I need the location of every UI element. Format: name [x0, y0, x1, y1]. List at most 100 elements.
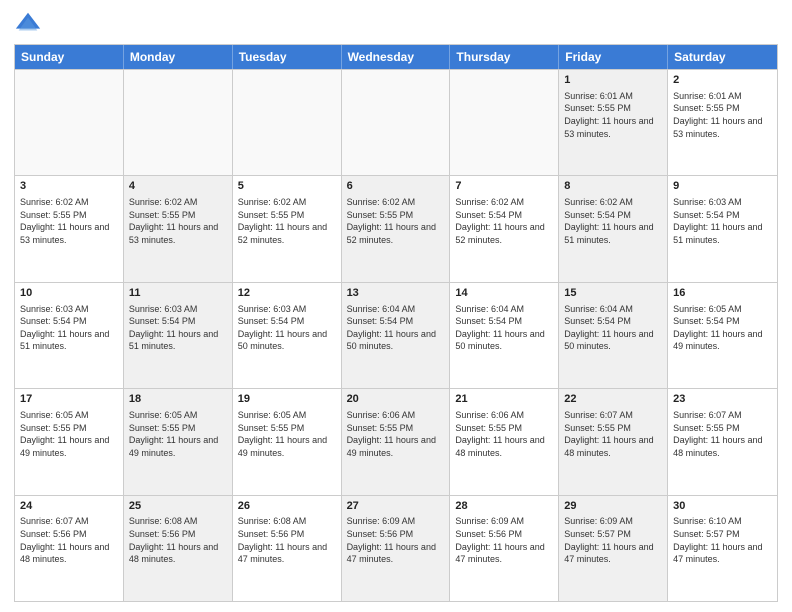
day-info: Sunrise: 6:06 AM Sunset: 5:55 PM Dayligh…	[455, 409, 553, 459]
cal-cell-17: 17Sunrise: 6:05 AM Sunset: 5:55 PM Dayli…	[15, 389, 124, 494]
day-header-saturday: Saturday	[668, 45, 777, 69]
cal-cell-6: 6 Sunrise: 6:02 AM Sunset: 5:55 PM Daylig…	[342, 176, 451, 281]
day-info: Sunrise: 6:01 AM Sunset: 5:55 PM Dayligh…	[673, 90, 772, 140]
day-number: 23	[673, 392, 772, 407]
day-info: Sunrise: 6:05 AM Sunset: 5:54 PM Dayligh…	[673, 303, 772, 353]
day-info: Sunrise: 6:02 AM Sunset: 5:54 PM Dayligh…	[455, 196, 553, 246]
logo-icon	[14, 10, 42, 38]
day-number: 22	[564, 392, 662, 407]
cal-cell-28: 28Sunrise: 6:09 AM Sunset: 5:56 PM Dayli…	[450, 496, 559, 601]
day-number: 6	[347, 179, 445, 194]
day-number: 8	[564, 179, 662, 194]
cal-cell-empty-2	[233, 70, 342, 175]
day-number: 4	[129, 179, 227, 194]
header	[14, 10, 778, 38]
cal-cell-15: 15 Sunrise: 6:04 AM Sunset: 5:54 PM Dayli…	[559, 283, 668, 388]
day-info: Sunrise: 6:08 AM Sunset: 5:56 PM Dayligh…	[129, 515, 227, 565]
day-info: Sunrise: 6:04 AM Sunset: 5:54 PM Dayligh…	[564, 303, 662, 353]
calendar-body: 1 Sunrise: 6:01 AM Sunset: 5:55 PM Daylig…	[15, 69, 777, 601]
cal-cell-21: 21Sunrise: 6:06 AM Sunset: 5:55 PM Dayli…	[450, 389, 559, 494]
cal-cell-25: 25Sunrise: 6:08 AM Sunset: 5:56 PM Dayli…	[124, 496, 233, 601]
day-number: 28	[455, 499, 553, 514]
cal-cell-18: 18 Sunrise: 6:05 AM Sunset: 5:55 PM Dayli…	[124, 389, 233, 494]
day-info: Sunrise: 6:06 AM Sunset: 5:55 PM Dayligh…	[347, 409, 445, 459]
day-number: 3	[20, 179, 118, 194]
page: SundayMondayTuesdayWednesdayThursdayFrid…	[0, 0, 792, 612]
day-number: 1	[564, 73, 662, 88]
cal-cell-5: 5 Sunrise: 6:02 AM Sunset: 5:55 PM Daylig…	[233, 176, 342, 281]
cal-cell-2: 2 Sunrise: 6:01 AM Sunset: 5:55 PM Daylig…	[668, 70, 777, 175]
cal-cell-9: 9 Sunrise: 6:03 AM Sunset: 5:54 PM Daylig…	[668, 176, 777, 281]
day-header-tuesday: Tuesday	[233, 45, 342, 69]
day-info: Sunrise: 6:04 AM Sunset: 5:54 PM Dayligh…	[347, 303, 445, 353]
cal-cell-11: 11 Sunrise: 6:03 AM Sunset: 5:54 PM Dayli…	[124, 283, 233, 388]
day-number: 16	[673, 286, 772, 301]
cal-cell-23: 23 Sunrise: 6:07 AM Sunset: 5:55 PM Dayli…	[668, 389, 777, 494]
calendar: SundayMondayTuesdayWednesdayThursdayFrid…	[14, 44, 778, 602]
day-number: 13	[347, 286, 445, 301]
day-header-wednesday: Wednesday	[342, 45, 451, 69]
day-number: 25	[129, 499, 227, 514]
cal-cell-10: 10Sunrise: 6:03 AM Sunset: 5:54 PM Dayli…	[15, 283, 124, 388]
day-info: Sunrise: 6:09 AM Sunset: 5:57 PM Dayligh…	[564, 515, 662, 565]
day-number: 20	[347, 392, 445, 407]
day-header-friday: Friday	[559, 45, 668, 69]
day-info: Sunrise: 6:05 AM Sunset: 5:55 PM Dayligh…	[129, 409, 227, 459]
cal-cell-empty-1	[124, 70, 233, 175]
day-info: Sunrise: 6:01 AM Sunset: 5:55 PM Dayligh…	[564, 90, 662, 140]
day-number: 15	[564, 286, 662, 301]
day-info: Sunrise: 6:03 AM Sunset: 5:54 PM Dayligh…	[238, 303, 336, 353]
day-info: Sunrise: 6:03 AM Sunset: 5:54 PM Dayligh…	[20, 303, 118, 353]
cal-cell-empty-3	[342, 70, 451, 175]
week-row-5: 24Sunrise: 6:07 AM Sunset: 5:56 PM Dayli…	[15, 495, 777, 601]
logo	[14, 10, 46, 38]
cal-cell-16: 16 Sunrise: 6:05 AM Sunset: 5:54 PM Dayli…	[668, 283, 777, 388]
day-number: 9	[673, 179, 772, 194]
day-header-sunday: Sunday	[15, 45, 124, 69]
day-number: 30	[673, 499, 772, 514]
week-row-1: 1 Sunrise: 6:01 AM Sunset: 5:55 PM Daylig…	[15, 69, 777, 175]
day-number: 2	[673, 73, 772, 88]
cal-cell-29: 29Sunrise: 6:09 AM Sunset: 5:57 PM Dayli…	[559, 496, 668, 601]
cal-cell-8: 8 Sunrise: 6:02 AM Sunset: 5:54 PM Daylig…	[559, 176, 668, 281]
day-info: Sunrise: 6:04 AM Sunset: 5:54 PM Dayligh…	[455, 303, 553, 353]
cal-cell-27: 27Sunrise: 6:09 AM Sunset: 5:56 PM Dayli…	[342, 496, 451, 601]
day-number: 27	[347, 499, 445, 514]
day-info: Sunrise: 6:05 AM Sunset: 5:55 PM Dayligh…	[238, 409, 336, 459]
day-info: Sunrise: 6:02 AM Sunset: 5:54 PM Dayligh…	[564, 196, 662, 246]
cal-cell-30: 30Sunrise: 6:10 AM Sunset: 5:57 PM Dayli…	[668, 496, 777, 601]
week-row-4: 17Sunrise: 6:05 AM Sunset: 5:55 PM Dayli…	[15, 388, 777, 494]
day-number: 19	[238, 392, 336, 407]
day-number: 18	[129, 392, 227, 407]
cal-cell-14: 14 Sunrise: 6:04 AM Sunset: 5:54 PM Dayli…	[450, 283, 559, 388]
cal-cell-26: 26Sunrise: 6:08 AM Sunset: 5:56 PM Dayli…	[233, 496, 342, 601]
cal-cell-22: 22 Sunrise: 6:07 AM Sunset: 5:55 PM Dayli…	[559, 389, 668, 494]
day-info: Sunrise: 6:02 AM Sunset: 5:55 PM Dayligh…	[20, 196, 118, 246]
day-info: Sunrise: 6:09 AM Sunset: 5:56 PM Dayligh…	[347, 515, 445, 565]
day-info: Sunrise: 6:07 AM Sunset: 5:55 PM Dayligh…	[564, 409, 662, 459]
cal-cell-3: 3 Sunrise: 6:02 AM Sunset: 5:55 PM Daylig…	[15, 176, 124, 281]
week-row-3: 10Sunrise: 6:03 AM Sunset: 5:54 PM Dayli…	[15, 282, 777, 388]
day-number: 5	[238, 179, 336, 194]
calendar-header: SundayMondayTuesdayWednesdayThursdayFrid…	[15, 45, 777, 69]
day-number: 24	[20, 499, 118, 514]
cal-cell-empty-0	[15, 70, 124, 175]
cal-cell-4: 4 Sunrise: 6:02 AM Sunset: 5:55 PM Daylig…	[124, 176, 233, 281]
day-header-thursday: Thursday	[450, 45, 559, 69]
cal-cell-empty-4	[450, 70, 559, 175]
day-info: Sunrise: 6:02 AM Sunset: 5:55 PM Dayligh…	[238, 196, 336, 246]
day-info: Sunrise: 6:08 AM Sunset: 5:56 PM Dayligh…	[238, 515, 336, 565]
day-info: Sunrise: 6:09 AM Sunset: 5:56 PM Dayligh…	[455, 515, 553, 565]
day-number: 7	[455, 179, 553, 194]
cal-cell-1: 1 Sunrise: 6:01 AM Sunset: 5:55 PM Daylig…	[559, 70, 668, 175]
cal-cell-12: 12Sunrise: 6:03 AM Sunset: 5:54 PM Dayli…	[233, 283, 342, 388]
day-info: Sunrise: 6:10 AM Sunset: 5:57 PM Dayligh…	[673, 515, 772, 565]
day-info: Sunrise: 6:07 AM Sunset: 5:55 PM Dayligh…	[673, 409, 772, 459]
day-info: Sunrise: 6:03 AM Sunset: 5:54 PM Dayligh…	[129, 303, 227, 353]
day-info: Sunrise: 6:03 AM Sunset: 5:54 PM Dayligh…	[673, 196, 772, 246]
day-info: Sunrise: 6:02 AM Sunset: 5:55 PM Dayligh…	[129, 196, 227, 246]
day-info: Sunrise: 6:02 AM Sunset: 5:55 PM Dayligh…	[347, 196, 445, 246]
day-number: 11	[129, 286, 227, 301]
cal-cell-13: 13 Sunrise: 6:04 AM Sunset: 5:54 PM Dayli…	[342, 283, 451, 388]
day-number: 14	[455, 286, 553, 301]
